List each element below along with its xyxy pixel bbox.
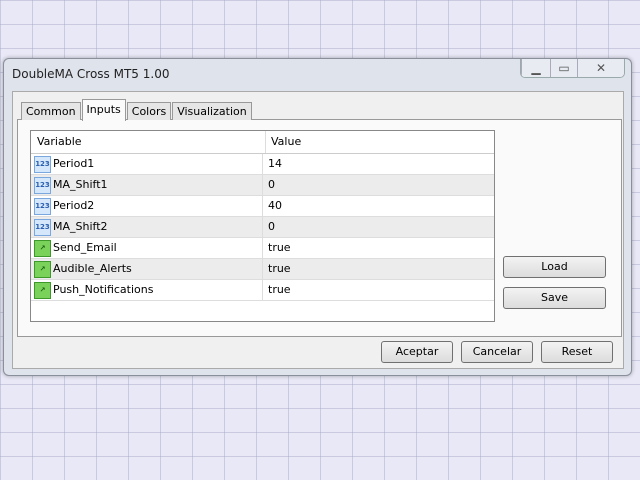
header-value[interactable]: Value xyxy=(266,131,301,153)
icon-label: 123 xyxy=(35,181,50,189)
icon-label: 123 xyxy=(35,160,50,168)
table-header: Variable Value xyxy=(31,131,494,154)
number-type-icon: 123 xyxy=(34,218,51,236)
value-cell[interactable]: true xyxy=(263,238,291,258)
tab-colors[interactable]: Colors xyxy=(126,102,172,120)
number-type-icon: 123 xyxy=(34,155,51,173)
minimize-button[interactable]: ▁ xyxy=(521,59,550,77)
boolean-type-icon: ↗ xyxy=(34,239,51,257)
cancel-button[interactable]: Cancelar xyxy=(461,341,533,363)
tab-panel-inputs: Variable Value 123 Period1 14 123 MA_Shift1 0… xyxy=(17,119,622,337)
variable-name: Period1 xyxy=(53,157,95,170)
table-row[interactable]: 123 Period1 14 xyxy=(31,154,494,175)
header-variable[interactable]: Variable xyxy=(31,131,266,153)
icon-label: 123 xyxy=(35,202,50,210)
boolean-type-icon: ↗ xyxy=(34,281,51,299)
table-row[interactable]: ↗ Audible_Alerts true xyxy=(31,259,494,280)
variable-name: Period2 xyxy=(53,199,95,212)
variable-cell: ↗ Push_Notifications xyxy=(31,280,263,300)
variable-name: MA_Shift1 xyxy=(53,178,108,191)
tab-common[interactable]: Common xyxy=(21,102,81,120)
table-row[interactable]: 123 MA_Shift2 0 xyxy=(31,217,494,238)
save-button[interactable]: Save xyxy=(503,287,606,309)
icon-label: 123 xyxy=(35,223,50,231)
value-cell[interactable]: 0 xyxy=(263,217,275,237)
dialog: DoubleMA Cross MT5 1.00 ▁ ▭ ✕ Variable V… xyxy=(3,58,632,376)
boolean-type-icon: ↗ xyxy=(34,260,51,278)
variable-cell: ↗ Audible_Alerts xyxy=(31,259,263,279)
variable-cell: 123 Period2 xyxy=(31,196,263,216)
load-button[interactable]: Load xyxy=(503,256,606,278)
variable-name: Audible_Alerts xyxy=(53,262,132,275)
tab-visualization[interactable]: Visualization xyxy=(172,102,252,120)
table-row[interactable]: 123 MA_Shift1 0 xyxy=(31,175,494,196)
ok-button[interactable]: Aceptar xyxy=(381,341,453,363)
variable-cell: 123 MA_Shift2 xyxy=(31,217,263,237)
tab-inputs[interactable]: Inputs xyxy=(81,99,126,121)
variable-name: Push_Notifications xyxy=(53,283,154,296)
value-cell[interactable]: true xyxy=(263,280,291,300)
number-type-icon: 123 xyxy=(34,176,51,194)
variable-cell: 123 MA_Shift1 xyxy=(31,175,263,195)
variable-name: MA_Shift2 xyxy=(53,220,108,233)
tab-bar: Common Inputs Colors Visualization xyxy=(21,99,253,121)
window-controls: ▁ ▭ ✕ xyxy=(520,59,625,78)
value-cell[interactable]: 40 xyxy=(263,196,282,216)
table-row[interactable]: ↗ Send_Email true xyxy=(31,238,494,259)
table-row[interactable]: 123 Period2 40 xyxy=(31,196,494,217)
window-title: DoubleMA Cross MT5 1.00 xyxy=(12,67,170,81)
value-cell[interactable]: 14 xyxy=(263,154,282,174)
variable-name: Send_Email xyxy=(53,241,117,254)
table-row[interactable]: ↗ Push_Notifications true xyxy=(31,280,494,301)
maximize-button[interactable]: ▭ xyxy=(550,59,577,77)
value-cell[interactable]: 0 xyxy=(263,175,275,195)
inputs-table: Variable Value 123 Period1 14 123 MA_Shift1 0… xyxy=(30,130,495,322)
reset-button[interactable]: Reset xyxy=(541,341,613,363)
close-button[interactable]: ✕ xyxy=(577,59,624,77)
number-type-icon: 123 xyxy=(34,197,51,215)
variable-cell: 123 Period1 xyxy=(31,154,263,174)
value-cell[interactable]: true xyxy=(263,259,291,279)
client-area: Variable Value 123 Period1 14 123 MA_Shift1 0… xyxy=(12,91,624,369)
variable-cell: ↗ Send_Email xyxy=(31,238,263,258)
